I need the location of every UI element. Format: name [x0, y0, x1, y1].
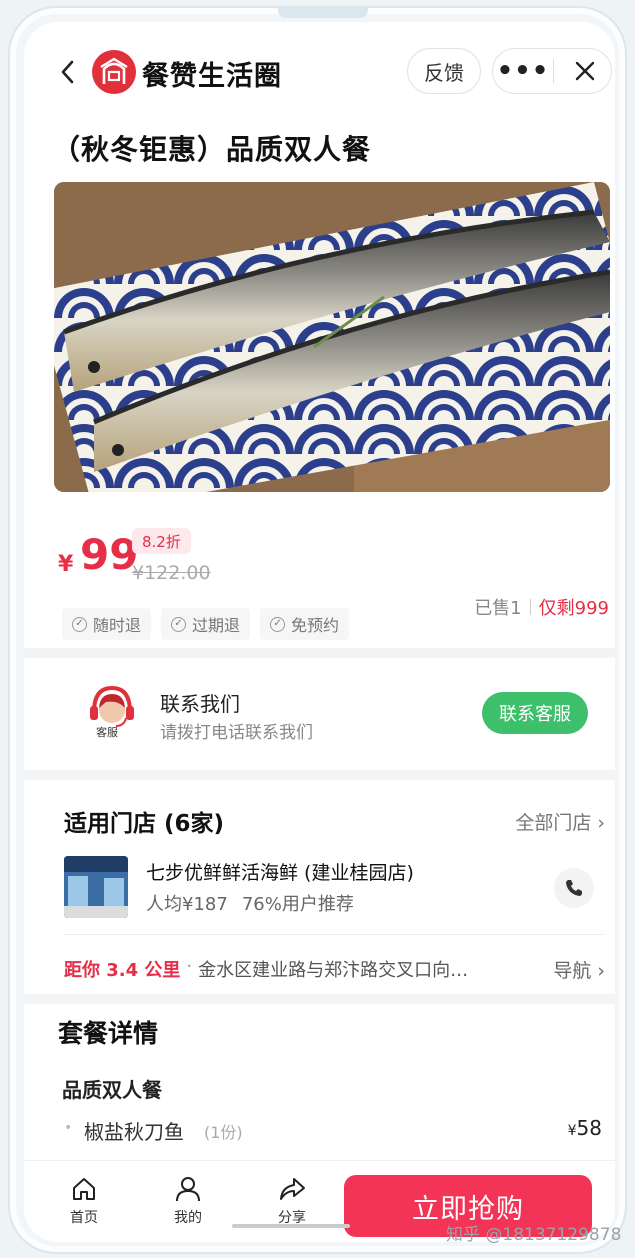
tag-expired-refund: ✓ 过期退	[161, 608, 251, 640]
contact-service-button[interactable]: 联系客服	[482, 692, 588, 734]
store-distance: 距你 3.4 公里	[64, 960, 181, 981]
watermark: 知乎 @18137129878	[446, 1225, 622, 1245]
tag-refund-anytime: ✓ 随时退	[62, 608, 152, 640]
back-button[interactable]	[52, 56, 84, 88]
close-icon	[575, 61, 595, 81]
chevron-right-icon: ›	[597, 812, 605, 834]
section-divider	[24, 994, 615, 1004]
item-quantity: (1份)	[204, 1123, 243, 1142]
tab-mine[interactable]: 我的	[158, 1175, 218, 1227]
remaining-count: 仅剩999	[538, 598, 609, 619]
navigate-link[interactable]: 导航 ›	[553, 956, 605, 983]
app-logo	[92, 50, 136, 94]
current-price: 99	[80, 530, 139, 579]
phone-icon	[566, 880, 582, 896]
section-divider	[24, 648, 615, 658]
stores-title: 适用门店 (6家)	[64, 811, 225, 837]
contact-title: 联系我们	[160, 692, 240, 716]
sales-info: 已售1 仅剩999	[474, 594, 609, 620]
bullet: •	[64, 1120, 73, 1136]
tag-no-reservation: ✓ 免预约	[260, 608, 350, 640]
item-name: 椒盐秋刀鱼	[84, 1120, 184, 1144]
price-section: ¥ 99 8.2折 ¥122.00	[52, 520, 612, 590]
product-title: （秋冬钜惠）品质双人餐	[52, 133, 372, 166]
product-image[interactable]	[54, 182, 610, 492]
home-icon	[73, 1178, 95, 1200]
service-tags: ✓ 随时退 ✓ 过期退 ✓ 免预约	[62, 608, 350, 640]
check-circle-icon: ✓	[72, 616, 87, 632]
store-address: 金水区建业路与郑汴路交叉口向…	[198, 960, 469, 981]
original-price: ¥122.00	[132, 562, 211, 584]
header: 餐赞生活圈 反馈 •••	[24, 44, 615, 100]
store-name[interactable]: 七步优鲜鲜活海鲜 (建业桂园店)	[146, 858, 414, 885]
contact-subtitle: 请拨打电话联系我们	[160, 723, 313, 743]
capsule-divider	[553, 59, 554, 83]
phone-notch	[278, 8, 368, 18]
store-avg-price: 人均¥187	[146, 894, 228, 915]
store-recommend-rate: 76%用户推荐	[241, 894, 354, 915]
call-store-button[interactable]	[554, 868, 594, 908]
section-divider	[24, 770, 615, 780]
phone-frame: 餐赞生活圈 反馈 ••• （秋冬钜惠）品质双人餐 ¥ 99 8.2折 ¥122.…	[8, 6, 627, 1254]
check-circle-icon: ✓	[171, 616, 187, 632]
sales-divider	[529, 599, 531, 615]
currency-symbol: ¥	[58, 552, 74, 577]
store-meta: 人均¥187 76%用户推荐	[146, 890, 354, 916]
sold-count: 已售1	[474, 598, 522, 619]
app-title: 餐赞生活圈	[142, 61, 282, 92]
package-item: • 椒盐秋刀鱼 (1份) ¥58	[62, 1116, 602, 1146]
package-title: 套餐详情	[58, 1019, 159, 1048]
home-indicator	[232, 1224, 350, 1228]
chevron-left-icon	[61, 60, 74, 84]
check-circle-icon: ✓	[270, 616, 286, 632]
capsule-menu: •••	[492, 48, 612, 94]
discount-badge: 8.2折	[132, 528, 191, 554]
chevron-right-icon: ›	[597, 960, 605, 982]
share-icon	[280, 1178, 305, 1200]
store-thumbnail[interactable]	[64, 856, 128, 918]
tab-home[interactable]: 首页	[54, 1175, 114, 1227]
close-button[interactable]	[561, 49, 609, 93]
screen: 餐赞生活圈 反馈 ••• （秋冬钜惠）品质双人餐 ¥ 99 8.2折 ¥122.…	[24, 22, 615, 1242]
contact-section: 客服 联系我们 请拨打电话联系我们 联系客服	[24, 662, 615, 772]
all-stores-link[interactable]: 全部门店 ›	[515, 808, 605, 835]
more-button[interactable]: •••	[493, 49, 553, 93]
customer-service-label: 客服	[96, 726, 118, 739]
feedback-button[interactable]: 反馈	[407, 48, 481, 94]
separator-dot: ·	[186, 956, 193, 977]
package-subtitle: 品质双人餐	[62, 1078, 162, 1102]
store-location-row: 距你 3.4 公里 · 金水区建业路与郑汴路交叉口向…	[64, 956, 604, 982]
store-divider	[64, 934, 604, 935]
item-price: ¥58	[567, 1116, 602, 1140]
tab-share[interactable]: 分享	[262, 1175, 322, 1227]
user-icon	[176, 1177, 200, 1202]
